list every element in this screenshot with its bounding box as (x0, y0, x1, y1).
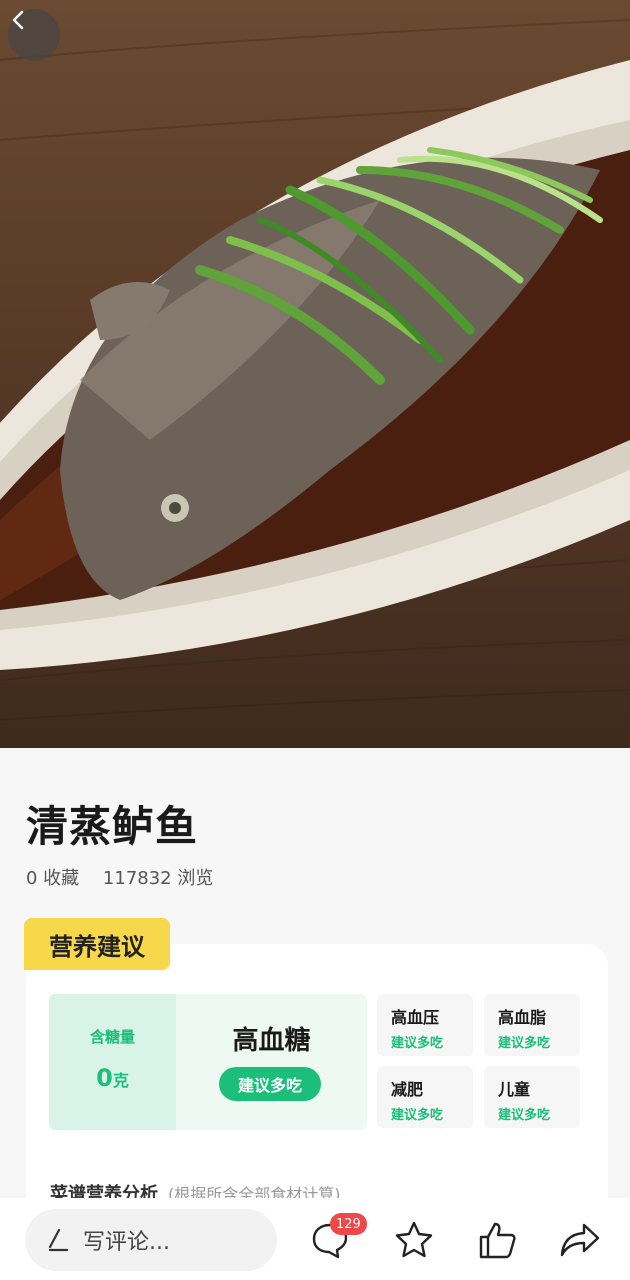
thumbs-up-icon (479, 1222, 516, 1259)
condition-weight-loss: 减肥 建议多吃 (377, 1066, 473, 1128)
sugar-value: 0克 (49, 1064, 176, 1092)
sugar-advice-pill: 建议多吃 (219, 1067, 321, 1101)
like-button[interactable] (476, 1218, 520, 1262)
condition-name: 儿童 (498, 1080, 531, 1099)
pen-icon (48, 1228, 69, 1252)
share-icon (560, 1223, 600, 1257)
favorite-button[interactable] (392, 1218, 436, 1262)
sugar-content-panel (49, 994, 176, 1130)
condition-name: 减肥 (391, 1080, 424, 1099)
bottom-action-bar: 写评论... 129 (0, 1198, 630, 1280)
recipe-title: 清蒸鲈鱼 (26, 802, 199, 851)
condition-advice: 建议多吃 (391, 1036, 444, 1051)
star-icon (395, 1221, 433, 1258)
sugar-condition: 高血糖 (232, 1026, 311, 1056)
condition-children: 儿童 建议多吃 (484, 1066, 580, 1128)
favorites-count: 0 收藏 (26, 868, 80, 889)
condition-advice: 建议多吃 (498, 1036, 551, 1051)
condition-advice: 建议多吃 (498, 1108, 551, 1123)
comment-input[interactable]: 写评论... (25, 1209, 277, 1271)
nutrition-section-tag: 营养建议 (24, 918, 170, 970)
share-button[interactable] (558, 1218, 602, 1262)
sugar-label: 含糖量 (89, 1028, 135, 1046)
condition-name: 高血脂 (498, 1008, 547, 1027)
sugar-number: 0 (96, 1064, 113, 1092)
sugar-unit: 克 (112, 1071, 129, 1090)
views-count: 117832 浏览 (102, 868, 214, 889)
comment-count-badge: 129 (330, 1213, 367, 1235)
recipe-photo (0, 0, 630, 748)
comment-placeholder: 写评论... (83, 1230, 170, 1255)
back-arrow-icon (12, 10, 24, 30)
back-button[interactable] (8, 9, 60, 61)
condition-advice: 建议多吃 (391, 1108, 444, 1123)
sugar-summary: 含糖量 0克 高血糖 建议多吃 (49, 994, 367, 1130)
condition-hyperlipidemia: 高血脂 建议多吃 (484, 994, 580, 1056)
condition-hypertension: 高血压 建议多吃 (377, 994, 473, 1056)
recipe-stats: 0 收藏 117832 浏览 (26, 864, 231, 890)
condition-name: 高血压 (391, 1008, 440, 1027)
